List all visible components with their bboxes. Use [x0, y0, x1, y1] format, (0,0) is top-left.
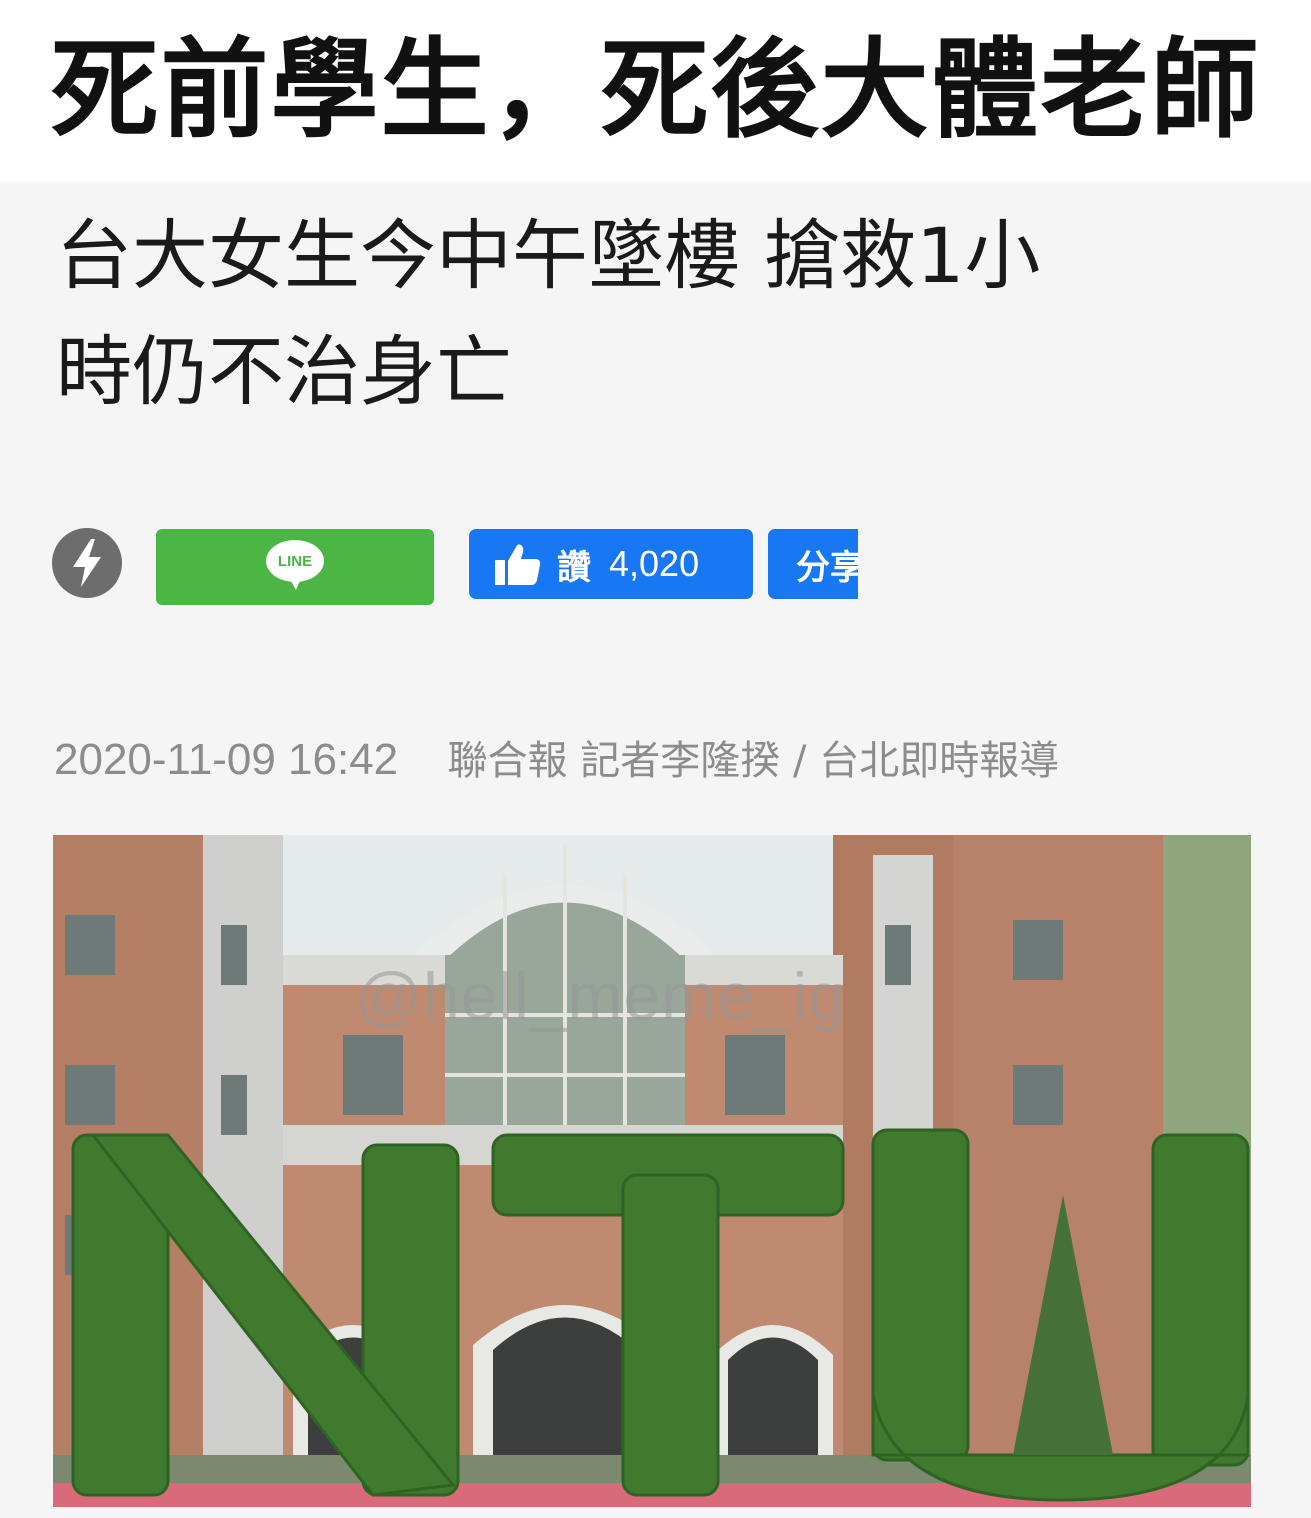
facebook-share-button[interactable]: 分享	[768, 529, 858, 599]
line-logo-icon: LINE	[266, 540, 324, 594]
line-share-button[interactable]: LINE	[156, 529, 434, 605]
lightning-bolt-icon[interactable]	[52, 528, 122, 598]
article-byline: 2020-11-09 16:42 聯合報 記者李隆揆 / 台北即時報導	[54, 732, 1274, 789]
article-photo	[53, 835, 1251, 1507]
facebook-like-button[interactable]: 讚 4,020	[469, 529, 753, 599]
article-headline: 台大女生今中午墜樓 搶救1小 時仍不治身亡	[56, 198, 1256, 430]
article-source: 聯合報 記者李隆揆 / 台北即時報導	[447, 738, 1060, 784]
meme-caption-bar: 死前學生，死後大體老師	[0, 0, 1311, 182]
watermark-text: @hell_meme_ig	[355, 959, 846, 1033]
publish-date: 2020-11-09 16:42	[54, 735, 399, 784]
headline-line-2: 時仍不治身亡	[56, 327, 512, 416]
meme-caption-text: 死前學生，死後大體老師	[50, 28, 1261, 153]
share-bar: LINE 讚 4,020 分享	[0, 528, 1311, 608]
thumbs-up-icon	[495, 544, 541, 585]
headline-line-1: 台大女生今中午墜樓 搶救1小	[56, 211, 1041, 300]
share-label: 分享	[796, 547, 858, 588]
like-label: 讚	[557, 547, 591, 588]
like-count: 4,020	[609, 543, 700, 584]
line-logo-text: LINE	[277, 552, 313, 570]
